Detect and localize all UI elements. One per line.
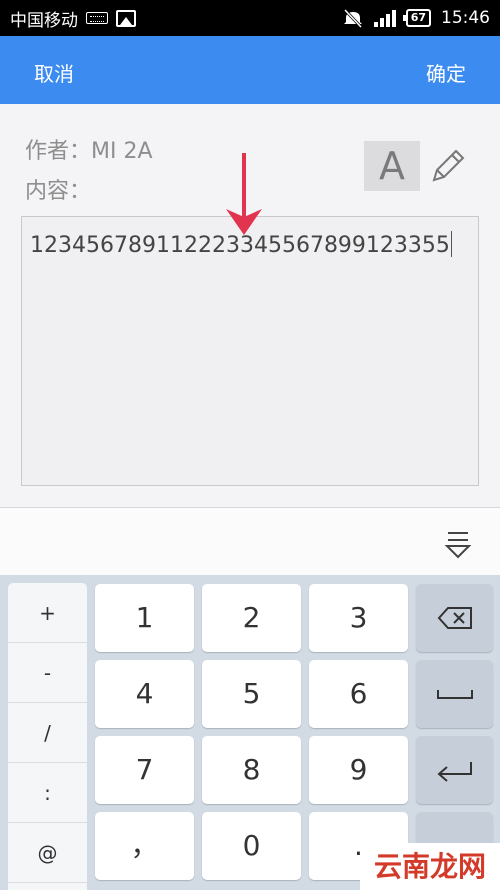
clock: 15:46 xyxy=(441,8,490,28)
keyboard-toolbar xyxy=(0,507,500,575)
mute-icon xyxy=(343,8,362,28)
symbol-key-at[interactable]: @ xyxy=(8,823,87,883)
symbol-column[interactable]: + - / : @ xyxy=(8,583,87,890)
key-8[interactable]: 8 xyxy=(202,736,301,804)
confirm-button[interactable]: 确定 xyxy=(426,58,466,87)
font-style-button[interactable]: A xyxy=(364,141,420,191)
enter-icon xyxy=(436,762,472,782)
battery-icon: 67 xyxy=(402,9,431,27)
pen-icon[interactable] xyxy=(428,146,466,186)
key-4[interactable]: 4 xyxy=(95,660,194,728)
status-bar-right: 67 15:46 xyxy=(342,8,490,28)
space-icon xyxy=(436,690,473,699)
red-arrow-annotation xyxy=(226,153,262,235)
symbol-key-colon[interactable]: : xyxy=(8,763,87,823)
carrier-name: 中国移动 xyxy=(10,10,78,31)
content-textarea[interactable]: 123456789112223345567899123355 xyxy=(21,216,479,486)
key-0[interactable]: 0 xyxy=(202,812,301,880)
space-button[interactable] xyxy=(416,660,493,728)
key-5[interactable]: 5 xyxy=(202,660,301,728)
status-bar-left: 中国移动 xyxy=(10,6,136,31)
status-bar: 中国移动 67 15:46 xyxy=(0,0,500,36)
backspace-icon xyxy=(437,607,472,629)
text-caret xyxy=(450,231,452,257)
cancel-button[interactable]: 取消 xyxy=(34,58,74,87)
key-comma[interactable]: ， xyxy=(95,812,194,880)
key-7[interactable]: 7 xyxy=(95,736,194,804)
watermark-logo: 云南龙网 xyxy=(360,843,500,890)
author-label: 作者：MI 2A xyxy=(25,139,153,164)
enter-button[interactable] xyxy=(416,736,493,804)
key-3[interactable]: 3 xyxy=(309,584,408,652)
key-1[interactable]: 1 xyxy=(95,584,194,652)
title-bar: 取消 确定 xyxy=(0,36,500,104)
symbol-key-minus[interactable]: - xyxy=(8,643,87,703)
image-notification-icon xyxy=(116,9,136,27)
signal-icon xyxy=(373,10,396,27)
key-2[interactable]: 2 xyxy=(202,584,301,652)
symbol-key-plus[interactable]: + xyxy=(8,583,87,643)
symbol-key-slash[interactable]: / xyxy=(8,703,87,763)
keyboard-notification-icon xyxy=(86,12,108,24)
backspace-button[interactable] xyxy=(416,584,493,652)
key-9[interactable]: 9 xyxy=(309,736,408,804)
keyboard-collapse-icon[interactable] xyxy=(444,530,472,560)
key-6[interactable]: 6 xyxy=(309,660,408,728)
content-label: 内容： xyxy=(25,179,92,204)
